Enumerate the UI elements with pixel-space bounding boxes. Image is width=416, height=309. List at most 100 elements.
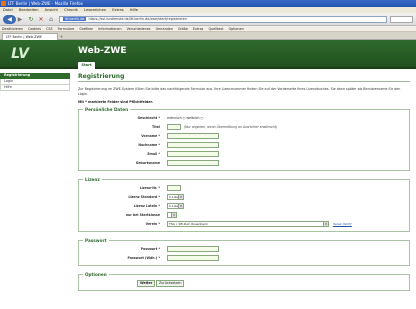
license-latin-label: Lizenz Latein *: [133, 204, 160, 208]
intro-text: Zur Registrierung im ZWE-System füllen S…: [78, 87, 401, 96]
form-row: Lizenz-Nr. *: [83, 184, 405, 193]
license-standard-select[interactable]: C-Lizenz ▾: [167, 194, 184, 200]
site-logo[interactable]: LV: [10, 44, 30, 64]
home-icon[interactable]: ⌂: [47, 15, 55, 24]
url-text[interactable]: https://ssl.lsvdienste.de/ltf-berlin.de/…: [88, 17, 186, 21]
bookmark-item[interactable]: Deaktivieren: [2, 27, 23, 31]
menu-chronik[interactable]: Chronik: [64, 8, 78, 12]
license-standard-label: Lizenz Standard *: [128, 195, 160, 199]
stop-icon[interactable]: ✕: [37, 15, 45, 24]
bookmark-item[interactable]: Formulare: [58, 27, 75, 31]
chevron-down-icon: ▾: [178, 195, 183, 199]
sidebar-item-hilfe[interactable]: Hilfe: [0, 85, 70, 91]
browser-tab[interactable]: LTF Berlin | Web-ZWE: [2, 33, 58, 40]
bookmark-item[interactable]: Informationen: [98, 27, 121, 31]
form-row: Lizenz Standard * C-Lizenz ▾: [83, 193, 405, 202]
chevron-down-icon: ▾: [171, 213, 176, 217]
title-note: (Nur angeben, wenn Übermittlung an Ausri…: [184, 125, 278, 129]
birthname-input[interactable]: [167, 160, 219, 166]
section-legend: Passwort: [85, 238, 107, 243]
section-legend: Optionen: [85, 272, 107, 277]
reset-button[interactable]: Zurücksetzen: [156, 280, 185, 287]
lastname-input[interactable]: [167, 142, 219, 148]
window-titlebar: LTF Berlin | Web-ZWE - Mozilla Firefox: [0, 0, 416, 7]
chevron-down-icon: ▾: [178, 204, 183, 208]
search-box[interactable]: [390, 16, 413, 23]
gender-label: Geschlecht *: [137, 116, 160, 120]
bookmark-item[interactable]: Größe: [178, 27, 188, 31]
menu-ansicht[interactable]: Ansicht: [45, 8, 58, 12]
password-repeat-label: Passwort (Wdh.) *: [127, 256, 160, 260]
bookmark-item[interactable]: Grafiken: [79, 27, 93, 31]
form-row: Geburtsname: [83, 159, 405, 168]
site-header: LV Web-ZWE Start: [0, 40, 416, 69]
club-select[interactable]: TSA i. SB Zum Rosenheim ▾: [167, 221, 329, 227]
menu-hilfe[interactable]: Hilfe: [130, 8, 138, 12]
gender-radio-group[interactable]: männlich ○ weiblich ○: [167, 116, 203, 120]
site-brand: Web-ZWE: [78, 46, 127, 56]
bookmark-item[interactable]: Verschiedenes: [127, 27, 151, 31]
license-number-label: Lizenz-Nr. *: [139, 186, 160, 190]
form-row: Weiter Zurücksetzen: [83, 279, 405, 288]
form-row: Lizenz Latein * C-Lizenz ▾: [83, 202, 405, 211]
license-latin-select[interactable]: C-Lizenz ▾: [167, 203, 184, 209]
options-section: Optionen Weiter Zurücksetzen: [78, 272, 410, 291]
form-row: Passwort *: [83, 245, 405, 254]
password-input[interactable]: [167, 246, 219, 252]
bookmark-item[interactable]: Cookies: [28, 27, 41, 31]
select-value: TSA i. SB Zum Rosenheim: [169, 222, 208, 226]
password-label: Passwort *: [140, 247, 160, 251]
tab-start[interactable]: Start: [78, 62, 95, 69]
main-content: Registrierung Zur Registrierung im ZWE-S…: [78, 73, 410, 291]
bookmark-item[interactable]: Optionen: [229, 27, 244, 31]
window-title: LTF Berlin | Web-ZWE - Mozilla Firefox: [8, 1, 83, 6]
bookmark-item[interactable]: CSS: [46, 27, 53, 31]
license-number-input[interactable]: [167, 185, 181, 191]
chevron-down-icon: ▾: [323, 222, 328, 226]
menu-lesezeichen[interactable]: Lesezeichen: [84, 8, 106, 12]
email-label: Email *: [147, 152, 160, 156]
club-missing-link[interactable]: Verein fehlt?: [333, 222, 352, 226]
form-row: Passwort (Wdh.) *: [83, 254, 405, 263]
license-section: Lizenz Lizenz-Nr. * Lizenz Standard * C-…: [78, 177, 410, 232]
required-note: Mit * markierte Felder sind Pflichtfelde…: [78, 100, 153, 104]
next-button[interactable]: Weiter: [137, 280, 156, 287]
password-repeat-input[interactable]: [167, 255, 219, 261]
sidebar-nav: Registrierung Login Hilfe: [0, 73, 70, 91]
form-row: Vorname *: [83, 132, 405, 141]
class-label: nur bei Startklasse: [125, 213, 160, 217]
form-row: Verein * TSA i. SB Zum Rosenheim ▾ Verein…: [83, 220, 405, 229]
lastname-label: Nachname *: [138, 143, 160, 147]
form-row: Email *: [83, 150, 405, 159]
forward-icon[interactable]: ▶: [16, 15, 24, 24]
section-legend: Lizenz: [85, 177, 100, 182]
new-tab-icon[interactable]: +: [60, 34, 63, 39]
section-legend: Persönliche Daten: [85, 107, 129, 112]
navigation-toolbar: ◀ ▶ ↻ ✕ ⌂ ltf-berlin.de https://ssl.lsvdi…: [0, 13, 416, 26]
birthname-label: Geburtsname: [135, 161, 160, 165]
form-row: Geschlecht * männlich ○ weiblich ○: [83, 114, 405, 123]
page-title: Registrierung: [78, 73, 410, 82]
address-bar[interactable]: ltf-berlin.de https://ssl.lsvdienste.de/l…: [59, 16, 387, 23]
email-input[interactable]: [167, 151, 219, 157]
firstname-input[interactable]: [167, 133, 219, 139]
title-input[interactable]: [167, 124, 181, 130]
menu-extras[interactable]: Extras: [112, 8, 123, 12]
firstname-label: Vorname *: [141, 134, 160, 138]
bookmark-item[interactable]: Quelltext: [208, 27, 223, 31]
password-section: Passwort Passwort * Passwort (Wdh.) *: [78, 238, 410, 266]
back-icon[interactable]: ◀: [3, 15, 16, 24]
firefox-icon: [1, 1, 6, 6]
menu-datei[interactable]: Datei: [3, 8, 13, 12]
menu-bearbeiten[interactable]: Bearbeiten: [19, 8, 39, 12]
reload-icon[interactable]: ↻: [27, 15, 35, 24]
form-row: nur bei Startklasse ▾: [83, 211, 405, 220]
tab-title: LTF Berlin | Web-ZWE: [6, 35, 43, 39]
bookmark-item[interactable]: Extras: [193, 27, 203, 31]
form-row: Nachname *: [83, 141, 405, 150]
personal-data-section: Persönliche Daten Geschlecht * männlich …: [78, 107, 410, 171]
url-identity[interactable]: ltf-berlin.de: [63, 17, 87, 21]
class-select[interactable]: ▾: [167, 212, 177, 218]
bookmark-item[interactable]: Umranden: [156, 27, 173, 31]
form-row: Titel (Nur angeben, wenn Übermittlung an…: [83, 123, 405, 132]
